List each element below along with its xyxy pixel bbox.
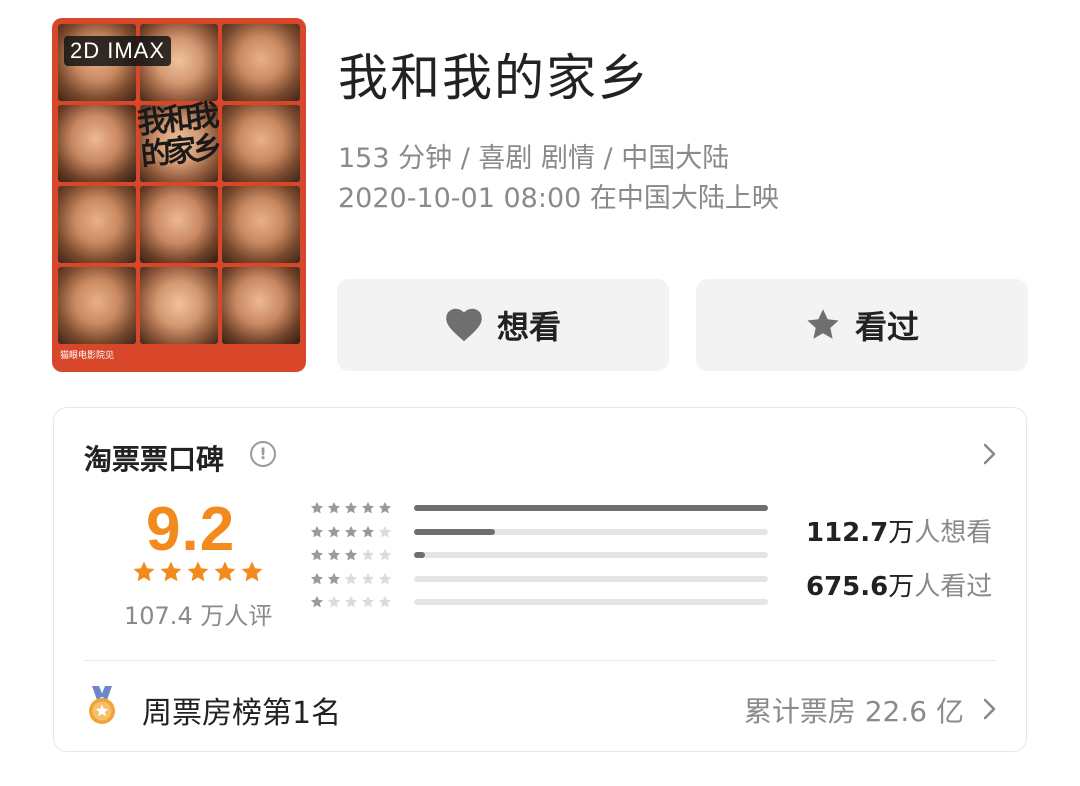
want-count-number: 112.7	[806, 518, 889, 548]
rating-stars	[132, 560, 264, 584]
mini-star-icon	[310, 525, 324, 537]
seen-count-number: 675.6	[806, 572, 889, 602]
mini-star-icon	[327, 548, 341, 561]
mini-star-icon	[361, 501, 375, 514]
distribution-stars	[310, 595, 402, 609]
rating-count: 107.4 万人评	[124, 602, 273, 630]
score-star-icon	[214, 561, 236, 582]
mini-star-icon	[344, 501, 358, 514]
mini-star-icon	[361, 595, 375, 608]
divider	[84, 660, 996, 661]
poster-face	[222, 267, 300, 344]
distribution-bar-fill	[414, 505, 768, 511]
distribution-bar-track	[414, 552, 768, 558]
mini-star-icon	[327, 525, 341, 537]
distribution-bar-fill	[414, 552, 425, 558]
mini-star-icon	[378, 501, 392, 514]
distribution-row-4-star	[310, 524, 768, 540]
score-star-icon	[187, 561, 209, 582]
distribution-bar-fill	[414, 528, 496, 535]
distribution-bar-track	[414, 528, 768, 535]
seen-count: 675.6万人看过	[806, 566, 992, 603]
poster-face	[58, 267, 136, 344]
movie-title: 我和我的家乡	[338, 49, 650, 107]
mini-star-icon	[378, 525, 392, 537]
poster-face	[140, 267, 218, 344]
mini-star-icon	[310, 501, 324, 514]
distribution-stars	[310, 501, 402, 515]
poster-face	[58, 186, 136, 263]
mini-star-icon	[310, 572, 324, 584]
star-icon	[805, 307, 841, 343]
mini-star-icon	[344, 548, 358, 561]
rating-score: 9.2	[146, 495, 236, 564]
watched-label: 看过	[854, 308, 919, 346]
distribution-row-3-star	[310, 547, 768, 563]
medal-icon	[89, 686, 115, 724]
poster-footer: 猫眼电影院见	[60, 351, 115, 361]
mini-star-icon	[327, 595, 341, 608]
mini-star-icon	[378, 548, 392, 561]
movie-meta-release: 2020-10-01 08:00 在中国大陆上映	[338, 183, 779, 214]
distribution-bar-track	[414, 599, 768, 605]
movie-poster[interactable]: 我和我的家乡 猫眼电影院见	[52, 18, 306, 372]
chevron-right-icon[interactable]	[979, 440, 1001, 468]
distribution-stars	[310, 572, 402, 586]
poster-face	[222, 24, 300, 101]
want-count-unit: 万	[888, 518, 915, 548]
distribution-stars	[310, 525, 402, 539]
distribution-stars	[310, 548, 402, 562]
mini-star-icon	[361, 525, 375, 537]
mini-star-icon	[344, 572, 358, 584]
cumulative-box-office[interactable]: 累计票房 22.6 亿	[744, 690, 964, 730]
poster-face	[58, 105, 136, 182]
seen-count-unit: 万	[888, 572, 915, 602]
poster-face	[222, 105, 300, 182]
score-star-icon	[133, 561, 155, 582]
mini-star-icon	[310, 548, 324, 561]
want-to-watch-button[interactable]: 想看	[337, 279, 669, 371]
info-icon[interactable]: !	[250, 441, 276, 467]
want-to-watch-label: 想看	[496, 308, 561, 346]
mini-star-icon	[361, 548, 375, 561]
poster-title-art: 我和我的家乡	[135, 98, 221, 174]
movie-meta-duration-genre: 153 分钟 / 喜剧 剧情 / 中国大陆	[338, 143, 730, 174]
poster-face	[222, 186, 300, 263]
mini-star-icon	[361, 572, 375, 584]
seen-count-suffix: 人看过	[914, 572, 993, 602]
want-count: 112.7万人想看	[806, 512, 992, 549]
mini-star-icon	[344, 525, 358, 537]
heart-icon	[445, 308, 483, 342]
score-star-icon	[160, 561, 182, 582]
mini-star-icon	[378, 595, 392, 608]
mini-star-icon	[327, 501, 341, 514]
distribution-row-2-star	[310, 571, 768, 587]
mini-star-icon	[310, 595, 324, 608]
watched-button[interactable]: 看过	[696, 279, 1028, 371]
distribution-bar-track	[414, 505, 768, 511]
weekly-rank[interactable]: 周票房榜第1名	[142, 688, 341, 732]
score-star-icon	[241, 561, 263, 582]
distribution-bar-track	[414, 575, 768, 582]
mini-star-icon	[344, 595, 358, 608]
distribution-row-5-star	[310, 500, 768, 516]
distribution-row-1-star	[310, 594, 768, 610]
want-count-suffix: 人想看	[914, 518, 993, 548]
chevron-right-icon[interactable]	[979, 695, 1001, 723]
rating-card-title: 淘票票口碑	[84, 443, 225, 476]
mini-star-icon	[327, 572, 341, 584]
rating-card[interactable]: 淘票票口碑 ! 9.2 107.4 万人评 112.7万人想看 675.6万人看…	[53, 407, 1027, 752]
mini-star-icon	[378, 572, 392, 584]
format-badge: 2D IMAX	[64, 36, 172, 66]
